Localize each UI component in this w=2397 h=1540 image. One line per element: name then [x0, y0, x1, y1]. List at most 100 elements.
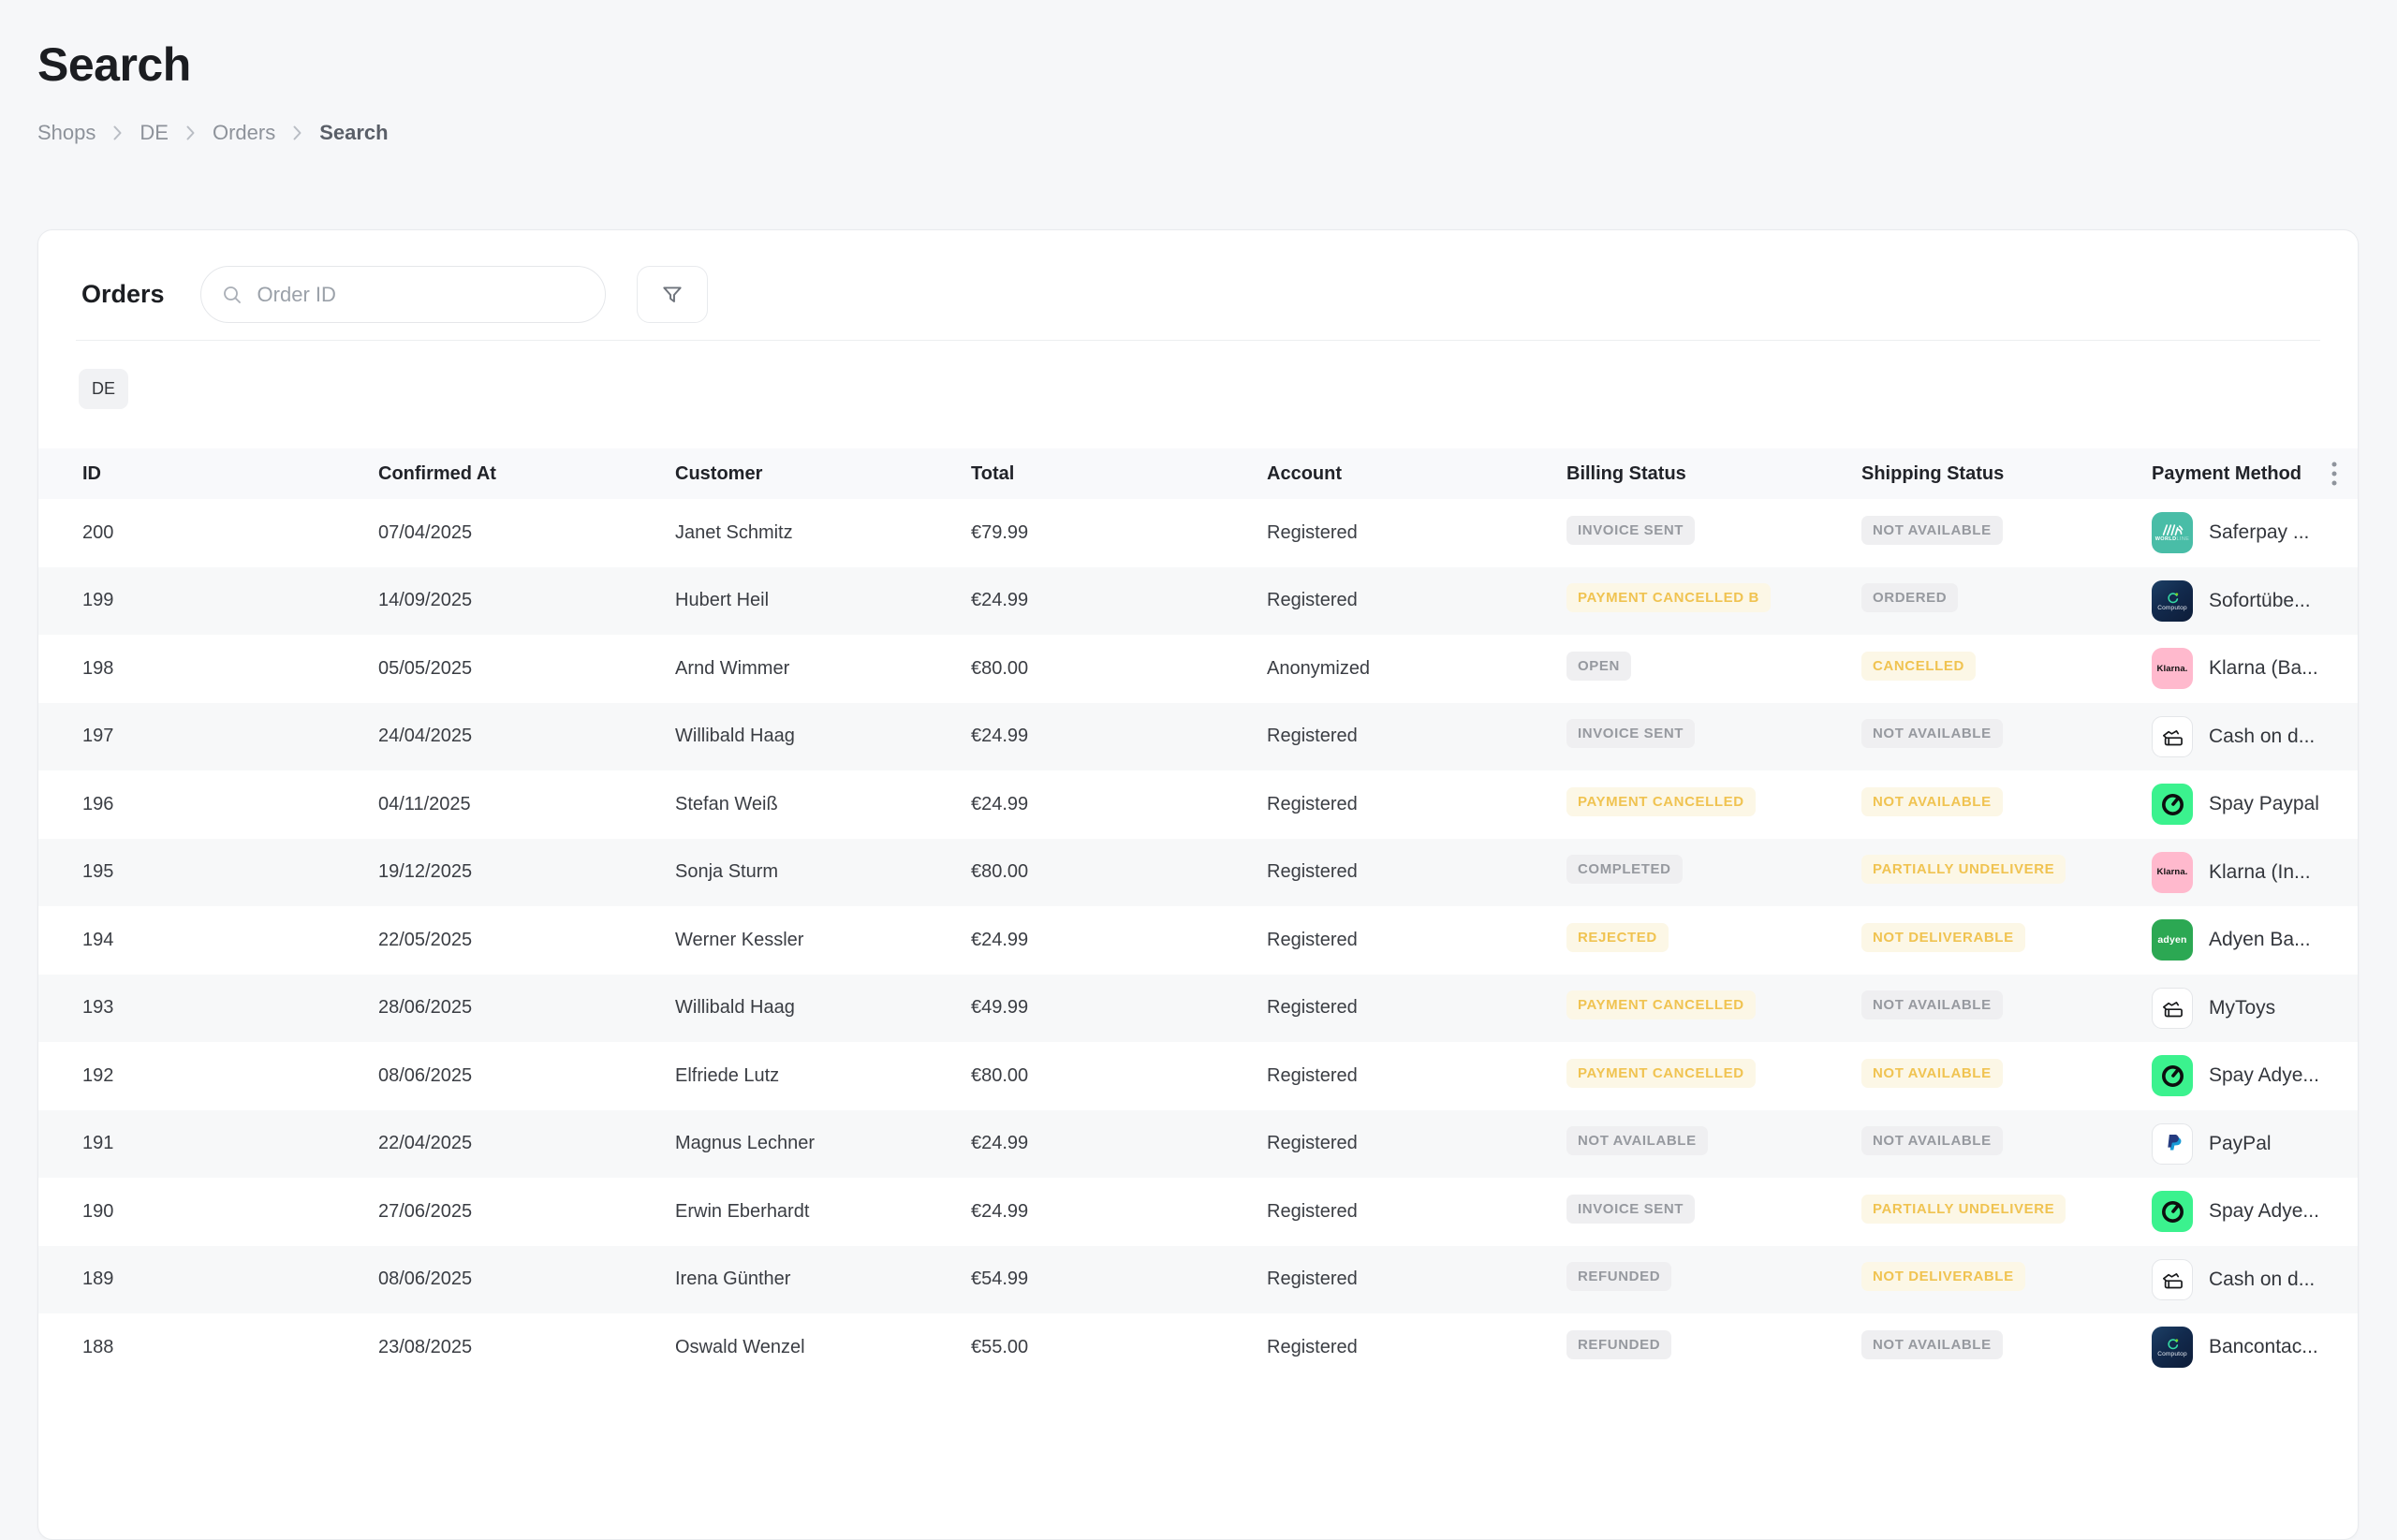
column-header-billing-status[interactable]: Billing Status	[1566, 463, 1861, 485]
column-settings-button[interactable]	[2324, 458, 2345, 491]
cell-confirmed-at: 23/08/2025	[378, 1337, 675, 1358]
table-row[interactable]: 192 08/06/2025 Elfriede Lutz €80.00 Regi…	[38, 1042, 2358, 1110]
cell-account: Registered	[1267, 861, 1566, 883]
cell-confirmed-at: 05/05/2025	[378, 658, 675, 680]
payment-method-label: Cash on d...	[2209, 726, 2315, 748]
table-row[interactable]: 193 28/06/2025 Willibald Haag €49.99 Reg…	[38, 975, 2358, 1043]
table-row[interactable]: 195 19/12/2025 Sonja Sturm €80.00 Regist…	[38, 839, 2358, 907]
cell-billing-status: PAYMENT CANCELLED	[1566, 787, 1861, 822]
breadcrumb-item-de[interactable]: DE	[140, 121, 169, 145]
spay-icon	[2152, 1055, 2193, 1096]
cell-id: 198	[82, 658, 378, 680]
cell-total: €80.00	[971, 658, 1267, 680]
billing-status-badge: PAYMENT CANCELLED	[1566, 787, 1756, 816]
cell-shipping-status: NOT AVAILABLE	[1861, 719, 2152, 754]
cell-id: 192	[82, 1065, 378, 1087]
table-row[interactable]: 189 08/06/2025 Irena Günther €54.99 Regi…	[38, 1246, 2358, 1314]
cell-customer: Erwin Eberhardt	[675, 1201, 971, 1223]
shipping-status-badge: NOT DELIVERABLE	[1861, 1262, 2025, 1291]
billing-status-badge: OPEN	[1566, 652, 1631, 681]
cell-shipping-status: NOT AVAILABLE	[1861, 516, 2152, 550]
breadcrumb-item-shops[interactable]: Shops	[37, 121, 96, 145]
cell-account: Registered	[1267, 1133, 1566, 1154]
cell-customer: Janet Schmitz	[675, 522, 971, 544]
shop-tag-de[interactable]: DE	[79, 369, 128, 409]
cell-account: Registered	[1267, 1065, 1566, 1087]
cell-payment-method: Klarna. Klarna (In...	[2152, 852, 2343, 893]
computop-icon: Computop	[2152, 1327, 2193, 1368]
table-row[interactable]: 188 23/08/2025 Oswald Wenzel €55.00 Regi…	[38, 1313, 2358, 1382]
order-id-search-input[interactable]	[256, 282, 584, 308]
cell-account: Registered	[1267, 1201, 1566, 1223]
shipping-status-badge: CANCELLED	[1861, 652, 1976, 681]
cell-payment-method: WORLDLINE Saferpay ...	[2152, 512, 2343, 553]
order-search-box[interactable]	[200, 266, 606, 323]
cell-billing-status: PAYMENT CANCELLED	[1566, 990, 1861, 1025]
column-header-account[interactable]: Account	[1267, 463, 1566, 485]
filter-button[interactable]	[637, 266, 708, 323]
cell-payment-method: adyen Adyen Ba...	[2152, 919, 2343, 961]
payment-method-label: Klarna (Ba...	[2209, 657, 2318, 680]
cell-total: €54.99	[971, 1269, 1267, 1290]
table-row[interactable]: 196 04/11/2025 Stefan Weiß €24.99 Regist…	[38, 770, 2358, 839]
cell-customer: Stefan Weiß	[675, 794, 971, 815]
cell-payment-method: Klarna. Klarna (Ba...	[2152, 648, 2343, 689]
computop-icon: Computop	[2152, 580, 2193, 622]
shipping-status-badge: NOT DELIVERABLE	[1861, 923, 2025, 952]
table-row[interactable]: 191 22/04/2025 Magnus Lechner €24.99 Reg…	[38, 1110, 2358, 1179]
column-header-id[interactable]: ID	[82, 463, 378, 485]
table-row[interactable]: 197 24/04/2025 Willibald Haag €24.99 Reg…	[38, 703, 2358, 771]
filter-funnel-icon	[660, 283, 684, 307]
cell-total: €79.99	[971, 522, 1267, 544]
column-header-customer[interactable]: Customer	[675, 463, 971, 485]
table-row[interactable]: 200 07/04/2025 Janet Schmitz €79.99 Regi…	[38, 499, 2358, 567]
breadcrumb: Shops DE Orders Search	[37, 121, 2360, 145]
panel-title: Orders	[81, 280, 165, 309]
cell-customer: Elfriede Lutz	[675, 1065, 971, 1087]
shipping-status-badge: NOT AVAILABLE	[1861, 1126, 2003, 1155]
cell-confirmed-at: 04/11/2025	[378, 794, 675, 815]
billing-status-badge: INVOICE SENT	[1566, 1195, 1695, 1224]
column-header-confirmed-at[interactable]: Confirmed At	[378, 463, 675, 485]
breadcrumb-item-orders[interactable]: Orders	[213, 121, 275, 145]
cell-customer: Willibald Haag	[675, 726, 971, 747]
adyen-icon: adyen	[2152, 919, 2193, 961]
cell-id: 195	[82, 861, 378, 883]
cell-confirmed-at: 07/04/2025	[378, 522, 675, 544]
active-filter-tags: DE	[38, 341, 2358, 448]
table-row[interactable]: 190 27/06/2025 Erwin Eberhardt €24.99 Re…	[38, 1178, 2358, 1246]
table-row[interactable]: 194 22/05/2025 Werner Kessler €24.99 Reg…	[38, 906, 2358, 975]
cell-billing-status: PAYMENT CANCELLED B	[1566, 583, 1861, 618]
cell-shipping-status: ORDERED	[1861, 583, 2152, 618]
table-header-row: IDConfirmed AtCustomerTotalAccountBillin…	[38, 448, 2358, 499]
cell-billing-status: REJECTED	[1566, 923, 1861, 958]
payment-method-label: Bancontac...	[2209, 1336, 2318, 1358]
cell-billing-status: REFUNDED	[1566, 1262, 1861, 1297]
cell-payment-method: Spay Adye...	[2152, 1055, 2343, 1096]
orders-panel-header: Orders	[38, 230, 2358, 340]
cell-customer: Sonja Sturm	[675, 861, 971, 883]
cash-on-delivery-icon	[2152, 716, 2193, 757]
cell-payment-method: MyToys	[2152, 988, 2343, 1029]
billing-status-badge: NOT AVAILABLE	[1566, 1126, 1708, 1155]
billing-status-badge: PAYMENT CANCELLED B	[1566, 583, 1771, 612]
cell-id: 194	[82, 930, 378, 951]
column-header-payment-method[interactable]: Payment Method	[2152, 463, 2343, 485]
cell-account: Registered	[1267, 1337, 1566, 1358]
cell-payment-method: Cash on d...	[2152, 716, 2343, 757]
cell-billing-status: OPEN	[1566, 652, 1861, 686]
column-header-shipping-status[interactable]: Shipping Status	[1861, 463, 2152, 485]
breadcrumb-current: Search	[319, 121, 388, 145]
payment-method-label: Klarna (In...	[2209, 861, 2311, 884]
cell-billing-status: INVOICE SENT	[1566, 719, 1861, 754]
cell-account: Anonymized	[1267, 658, 1566, 680]
cell-confirmed-at: 24/04/2025	[378, 726, 675, 747]
table-row[interactable]: 198 05/05/2025 Arnd Wimmer €80.00 Anonym…	[38, 635, 2358, 703]
cell-id: 199	[82, 590, 378, 611]
table-row[interactable]: 199 14/09/2025 Hubert Heil €24.99 Regist…	[38, 567, 2358, 636]
cell-payment-method: Spay Adye...	[2152, 1191, 2343, 1232]
cell-total: €49.99	[971, 997, 1267, 1019]
column-header-total[interactable]: Total	[971, 463, 1267, 485]
cell-total: €24.99	[971, 1133, 1267, 1154]
cell-confirmed-at: 08/06/2025	[378, 1269, 675, 1290]
